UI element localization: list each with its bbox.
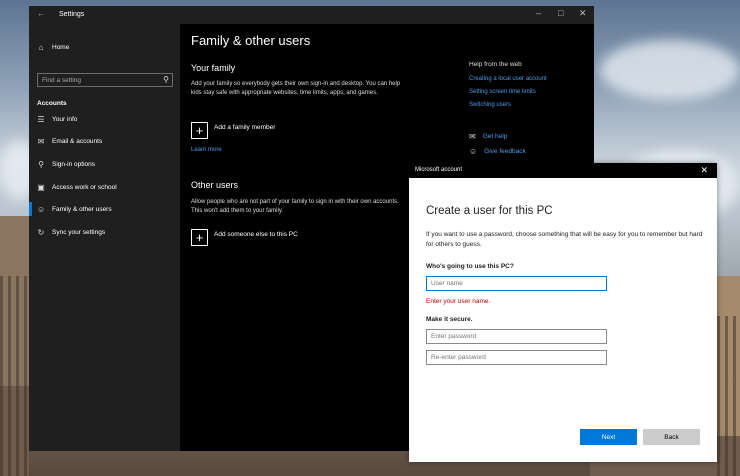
sidebar-item-label: Sync your settings: [52, 228, 106, 236]
add-family-member-label: Add a family member: [214, 124, 276, 131]
home-icon: ⌂: [38, 42, 44, 52]
window-title: Settings: [59, 11, 85, 18]
help-link[interactable]: Switching users: [469, 102, 511, 108]
sidebar-item-sign-in[interactable]: ⚲ Sign-in options: [37, 157, 95, 171]
get-help-label: Get help: [482, 133, 508, 140]
password-field[interactable]: [426, 329, 607, 344]
who-label: Who's going to use this PC?: [426, 263, 514, 270]
give-feedback-label: Give feedback: [484, 148, 526, 155]
sidebar-item-label: Sign-in options: [52, 160, 95, 168]
settings-titlebar: ← Settings – □ ✕: [29, 6, 594, 24]
mail-icon: ✉: [37, 136, 45, 146]
sidebar-item-family[interactable]: ☺ Family & other users: [37, 202, 112, 216]
sidebar-item-your-info[interactable]: ☰ Your info: [37, 112, 77, 126]
close-icon[interactable]: ✕: [700, 165, 708, 176]
sidebar-item-label: Your info: [52, 115, 78, 123]
sidebar-item-label: Access work or school: [52, 183, 117, 191]
feedback-icon: ☺: [469, 147, 478, 156]
dialog-heading: Create a user for this PC: [426, 205, 553, 217]
person-icon: ☺: [37, 204, 46, 214]
briefcase-icon: ▣: [37, 182, 45, 192]
next-button[interactable]: Next: [580, 429, 637, 445]
other-users-heading: Other users: [191, 180, 239, 190]
close-icon[interactable]: ✕: [579, 8, 587, 19]
secure-label: Make it secure.: [426, 316, 473, 323]
sidebar-item-work[interactable]: ▣ Access work or school: [37, 180, 117, 194]
add-someone-label: Add someone else to this PC: [214, 231, 298, 238]
error-message: Enter your user name.: [426, 298, 491, 305]
help-title: Help from the web: [469, 61, 522, 68]
active-indicator: [29, 202, 32, 216]
search-icon: ⚲: [163, 75, 169, 84]
sidebar-item-label: Home: [52, 43, 70, 51]
dialog-titlebar: Microsoft account ✕: [409, 163, 717, 178]
give-feedback-link[interactable]: ☺ Give feedback: [469, 147, 526, 156]
key-icon: ⚲: [38, 159, 44, 169]
page-title: Family & other users: [191, 33, 311, 48]
reenter-password-field[interactable]: [426, 350, 607, 365]
username-field[interactable]: [426, 276, 607, 291]
plus-icon: +: [191, 229, 208, 246]
back-button[interactable]: Back: [643, 429, 700, 445]
dialog-description: If you want to use a password, choose so…: [426, 231, 703, 248]
sidebar-item-label: Family & other users: [52, 205, 112, 213]
plus-icon: +: [191, 122, 208, 139]
sidebar-item-label: Email & accounts: [52, 137, 103, 145]
chat-icon: ✉: [469, 132, 476, 141]
search-input[interactable]: Find a setting ⚲: [37, 73, 173, 87]
search-placeholder: Find a setting: [42, 77, 82, 84]
sync-icon: ↻: [37, 227, 45, 237]
learn-more-link[interactable]: Learn more: [191, 147, 222, 153]
back-arrow-icon[interactable]: ←: [37, 9, 45, 18]
person-card-icon: ☰: [37, 114, 45, 124]
add-family-member-button[interactable]: + Add a family member: [191, 122, 275, 139]
dialog-title: Microsoft account: [415, 167, 463, 173]
sidebar-item-email[interactable]: ✉ Email & accounts: [37, 134, 103, 148]
sidebar-item-sync[interactable]: ↻ Sync your settings: [37, 225, 105, 239]
get-help-link[interactable]: ✉ Get help: [469, 132, 507, 141]
maximize-icon[interactable]: □: [558, 8, 563, 18]
sidebar-item-home[interactable]: ⌂ Home: [37, 40, 70, 54]
section-label: Accounts: [37, 100, 67, 107]
your-family-heading: Your family: [191, 63, 236, 73]
your-family-text: Add your family so everybody gets their …: [191, 81, 401, 96]
sidebar: ⌂ Home Find a setting ⚲ Accounts ☰ Your …: [29, 24, 180, 451]
other-users-text: Allow people who are not part of your fa…: [191, 199, 399, 214]
help-link[interactable]: Creating a local user account: [469, 76, 547, 82]
minimize-icon[interactable]: –: [536, 8, 541, 18]
add-someone-button[interactable]: + Add someone else to this PC: [191, 229, 298, 246]
microsoft-account-dialog: Microsoft account ✕ Create a user for th…: [409, 163, 717, 462]
help-link[interactable]: Setting screen time limits: [469, 89, 536, 95]
